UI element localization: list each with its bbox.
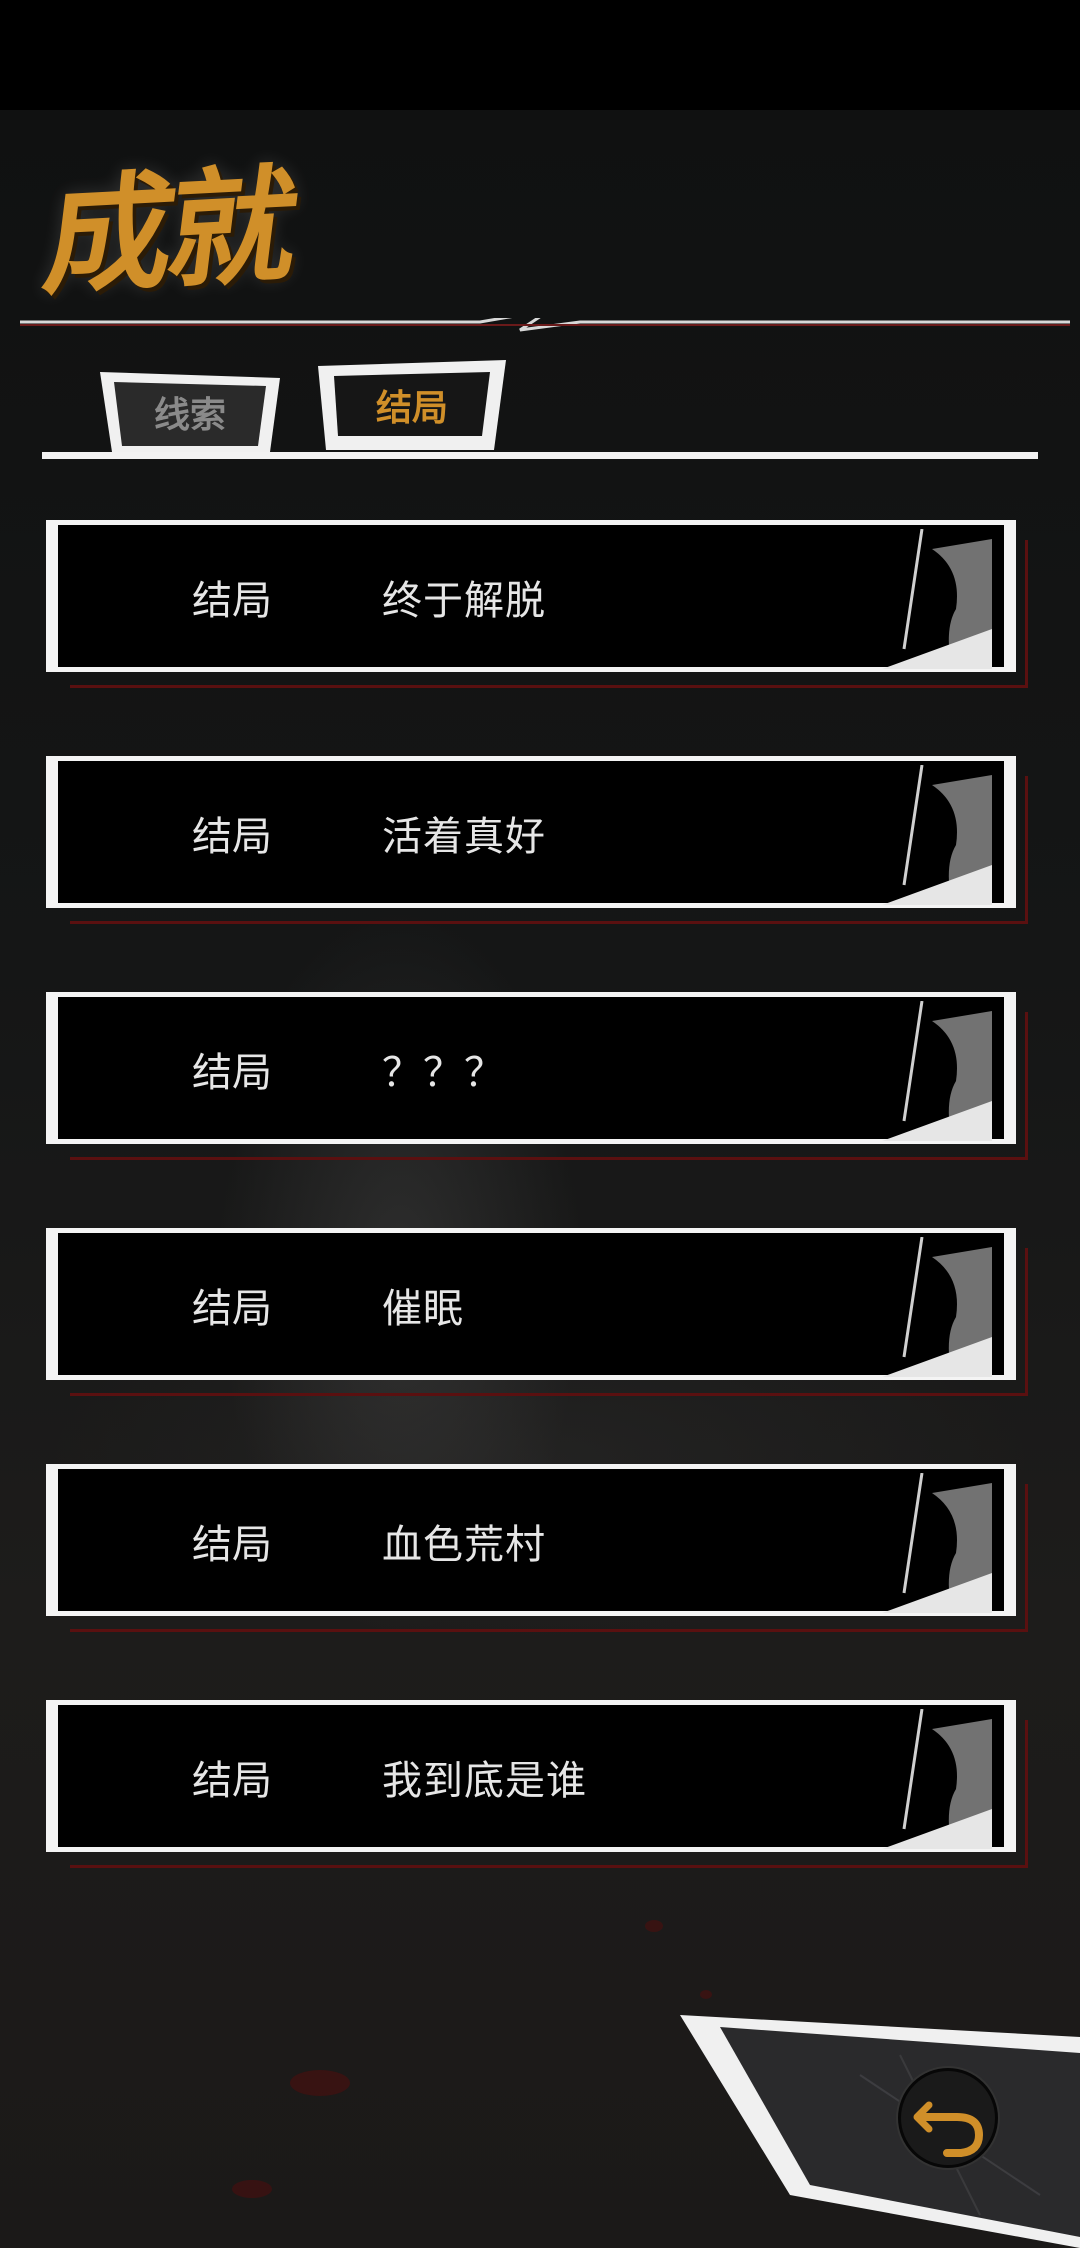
ending-name: 我到底是谁 [382, 1758, 587, 1804]
ending-name: 催眠 [382, 1286, 464, 1332]
ending-name: 血色荒村 [382, 1522, 546, 1568]
ending-label: 结局 [192, 1286, 272, 1332]
ending-card[interactable]: 结局 我到底是谁 [46, 1700, 1028, 1868]
ending-label: 结局 [192, 1758, 272, 1804]
ending-label: 结局 [192, 578, 272, 624]
status-bar-area [0, 0, 1080, 110]
ending-label: 结局 [192, 1050, 272, 1096]
hanging-figure-decoration [882, 1473, 992, 1613]
hanging-figure-decoration [882, 1709, 992, 1849]
blood-splatter [700, 1990, 712, 1999]
blood-splatter [232, 2180, 272, 2198]
ending-label: 结局 [192, 814, 272, 860]
back-arrow-icon [913, 2101, 984, 2157]
ending-card[interactable]: 结局 终于解脱 [46, 520, 1028, 688]
blood-splatter [290, 2070, 350, 2096]
ending-card[interactable]: 结局 血色荒村 [46, 1464, 1028, 1632]
tab-endings-label: 结局 [375, 388, 448, 429]
tab-clues-label: 线索 [153, 395, 226, 436]
ending-name: ？？？ [382, 1050, 505, 1096]
hanging-figure-decoration [882, 1237, 992, 1377]
title-underline [20, 318, 1070, 332]
tab-clues[interactable]: 线索 [100, 372, 280, 452]
ending-label: 结局 [192, 1522, 272, 1568]
ending-name: 活着真好 [382, 814, 546, 860]
hanging-figure-decoration [882, 529, 992, 669]
ending-card[interactable]: 结局 ？？？ [46, 992, 1028, 1160]
ending-card[interactable]: 结局 催眠 [46, 1228, 1028, 1396]
hanging-figure-decoration [882, 1001, 992, 1141]
back-panel [680, 2015, 1080, 2248]
tab-endings[interactable]: 结局 [318, 360, 506, 450]
back-button[interactable] [898, 2068, 998, 2168]
hanging-figure-decoration [882, 765, 992, 905]
blood-splatter [645, 1920, 663, 1932]
ending-name: 终于解脱 [382, 578, 546, 624]
tab-divider [42, 452, 1038, 459]
page-title: 成就 [36, 151, 301, 314]
ending-card[interactable]: 结局 活着真好 [46, 756, 1028, 924]
